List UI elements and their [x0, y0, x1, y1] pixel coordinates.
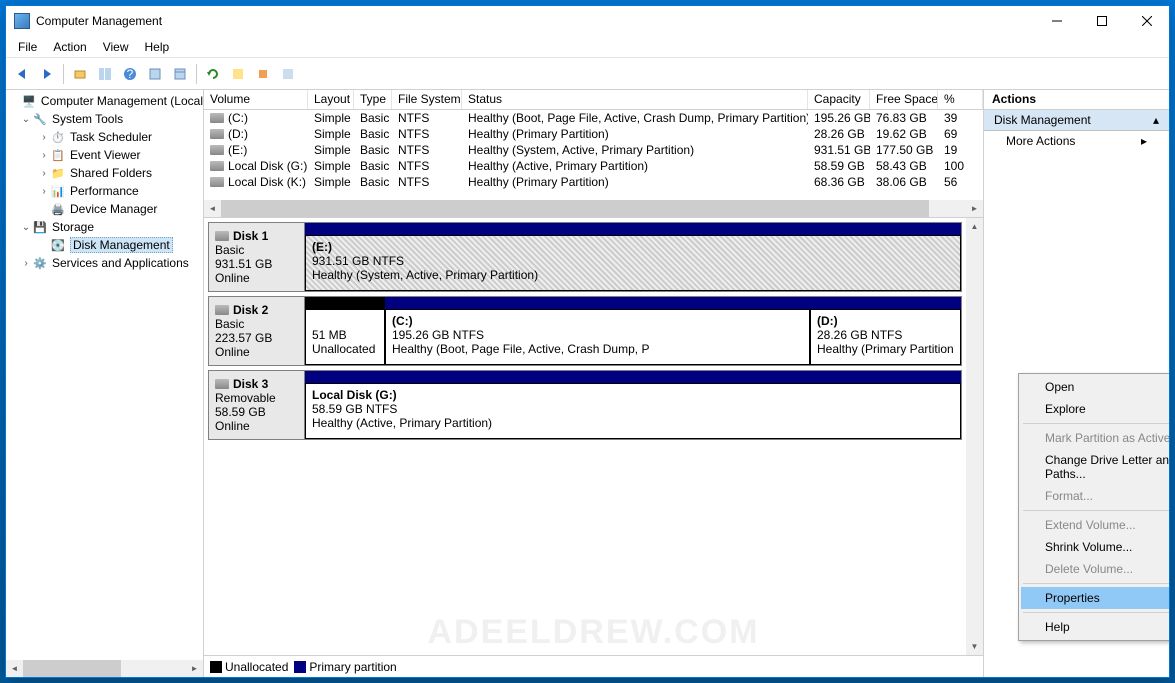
tree-services[interactable]: ›⚙️Services and Applications [6, 254, 203, 272]
volume-row[interactable]: (D:)SimpleBasicNTFSHealthy (Primary Part… [204, 126, 983, 142]
up-button[interactable] [68, 62, 92, 86]
col-volume[interactable]: Volume [204, 90, 308, 109]
menu-action[interactable]: Action [45, 38, 94, 56]
volume-table: Volume Layout Type File System Status Ca… [204, 90, 983, 218]
legend: Unallocated Primary partition [204, 655, 983, 677]
disks-vscrollbar[interactable]: ▲▼ [966, 218, 983, 655]
app-icon [14, 13, 30, 29]
disk-2-label[interactable]: Disk 2 Basic 223.57 GB Online [209, 297, 305, 365]
volume-row[interactable]: Local Disk (K:)SimpleBasicNTFSHealthy (P… [204, 174, 983, 190]
watermark: ADEELDREW.COM [428, 613, 760, 652]
collapse-icon: ▴ [1153, 113, 1159, 127]
ctx-change-drive-letter[interactable]: Change Drive Letter and Paths... [1021, 449, 1169, 485]
titlebar: Computer Management [6, 6, 1169, 36]
list-button[interactable] [168, 62, 192, 86]
actions-more[interactable]: More Actions▸ [984, 131, 1169, 151]
ctx-shrink-volume[interactable]: Shrink Volume... [1021, 536, 1169, 558]
ctx-extend-volume: Extend Volume... [1021, 514, 1169, 536]
ctx-explore[interactable]: Explore [1021, 398, 1169, 420]
disk-1-row[interactable]: Disk 1 Basic 931.51 GB Online (E:) 931.5… [208, 222, 962, 292]
tree-disk-management[interactable]: 💽Disk Management [6, 236, 203, 254]
tree-storage[interactable]: ⌄💾Storage [6, 218, 203, 236]
disk-1-partition-e[interactable]: (E:) 931.51 GB NTFS Healthy (System, Act… [305, 235, 961, 291]
ctx-help[interactable]: Help [1021, 616, 1169, 638]
col-type[interactable]: Type [354, 90, 392, 109]
menubar: File Action View Help [6, 36, 1169, 58]
tree-root[interactable]: 🖥️Computer Management (Local [6, 92, 203, 110]
minimize-button[interactable] [1034, 7, 1079, 36]
col-free[interactable]: Free Space [870, 90, 938, 109]
volume-row[interactable]: Local Disk (G:)SimpleBasicNTFSHealthy (A… [204, 158, 983, 174]
main-content: 🖥️Computer Management (Local ⌄🔧System To… [6, 90, 1169, 677]
tree-system-tools[interactable]: ⌄🔧System Tools [6, 110, 203, 128]
volume-row[interactable]: (C:)SimpleBasicNTFSHealthy (Boot, Page F… [204, 110, 983, 126]
disk-3-row[interactable]: Disk 3 Removable 58.59 GB Online Local D… [208, 370, 962, 440]
ctx-open[interactable]: Open [1021, 376, 1169, 398]
volume-row[interactable]: (E:)SimpleBasicNTFSHealthy (System, Acti… [204, 142, 983, 158]
tree-shared-folders[interactable]: ›📁Shared Folders [6, 164, 203, 182]
disk-2-row[interactable]: Disk 2 Basic 223.57 GB Online 51 MBUnall… [208, 296, 962, 366]
back-button[interactable] [10, 62, 34, 86]
ctx-properties[interactable]: Properties [1021, 587, 1169, 609]
tree-task-scheduler[interactable]: ›⏱️Task Scheduler [6, 128, 203, 146]
help-button[interactable]: ? [118, 62, 142, 86]
tree-performance[interactable]: ›📊Performance [6, 182, 203, 200]
ctx-format: Format... [1021, 485, 1169, 507]
col-capacity[interactable]: Capacity [808, 90, 870, 109]
tree-device-manager[interactable]: 🖨️Device Manager [6, 200, 203, 218]
window-title: Computer Management [36, 14, 1034, 28]
volume-header[interactable]: Volume Layout Type File System Status Ca… [204, 90, 983, 110]
col-pct[interactable]: % [938, 90, 983, 109]
maximize-button[interactable] [1079, 7, 1124, 36]
refresh-button[interactable] [201, 62, 225, 86]
menu-file[interactable]: File [10, 38, 45, 56]
ctx-delete-volume: Delete Volume... [1021, 558, 1169, 580]
disk-1-label[interactable]: Disk 1 Basic 931.51 GB Online [209, 223, 305, 291]
actions-disk-management[interactable]: Disk Management▴ [984, 110, 1169, 131]
arrow-right-icon: ▸ [1141, 134, 1147, 148]
tree-scrollbar[interactable]: ◄► [6, 660, 203, 677]
menu-help[interactable]: Help [137, 38, 178, 56]
toolbar: ? [6, 58, 1169, 90]
col-fs[interactable]: File System [392, 90, 462, 109]
svg-text:?: ? [127, 67, 134, 81]
center-pane: Volume Layout Type File System Status Ca… [204, 90, 984, 677]
col-layout[interactable]: Layout [308, 90, 354, 109]
window: Computer Management File Action View Hel… [5, 5, 1170, 678]
more-button[interactable] [276, 62, 300, 86]
action-button[interactable] [251, 62, 275, 86]
disk-2-unallocated[interactable]: 51 MBUnallocated [305, 309, 385, 365]
settings-button[interactable] [226, 62, 250, 86]
disk-2-partition-c[interactable]: (C:) 195.26 GB NTFS Healthy (Boot, Page … [385, 309, 810, 365]
properties-button[interactable] [143, 62, 167, 86]
close-button[interactable] [1124, 7, 1169, 36]
disk-graphical-view: Disk 1 Basic 931.51 GB Online (E:) 931.5… [204, 218, 983, 677]
show-hide-button[interactable] [93, 62, 117, 86]
menu-view[interactable]: View [95, 38, 137, 56]
disk-3-partition-g[interactable]: Local Disk (G:) 58.59 GB NTFS Healthy (A… [305, 383, 961, 439]
nav-tree[interactable]: 🖥️Computer Management (Local ⌄🔧System To… [6, 90, 204, 677]
forward-button[interactable] [35, 62, 59, 86]
context-menu: Open Explore Mark Partition as Active Ch… [1018, 373, 1169, 641]
ctx-mark-active: Mark Partition as Active [1021, 427, 1169, 449]
col-status[interactable]: Status [462, 90, 808, 109]
volume-scrollbar[interactable]: ◄► [204, 200, 983, 217]
disk-3-label[interactable]: Disk 3 Removable 58.59 GB Online [209, 371, 305, 439]
tree-event-viewer[interactable]: ›📋Event Viewer [6, 146, 203, 164]
disk-2-partition-d[interactable]: (D:) 28.26 GB NTFS Healthy (Primary Part… [810, 309, 961, 365]
actions-header: Actions [984, 90, 1169, 110]
